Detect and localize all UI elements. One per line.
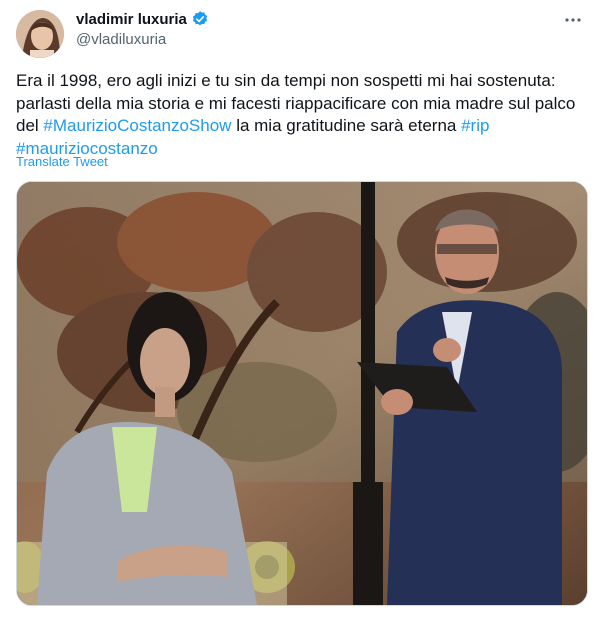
tweet-media[interactable] [16, 181, 588, 606]
tweet-card: vladimir luxuria @vladiluxuria Era il 19… [0, 0, 603, 622]
more-options-icon[interactable] [563, 10, 583, 30]
tweet-text: Era il 1998, ero agli inizi e tu sin da … [16, 70, 586, 160]
hashtag-link[interactable]: #rip [461, 116, 489, 135]
hashtag-link[interactable]: #MaurizioCostanzoShow [43, 116, 231, 135]
video-still-image [17, 182, 587, 605]
translate-tweet-link[interactable]: Translate Tweet [16, 154, 108, 169]
author-display-name[interactable]: vladimir luxuria [76, 11, 187, 28]
author-handle[interactable]: @vladiluxuria [76, 31, 166, 48]
avatar-image [16, 10, 64, 58]
author-avatar[interactable] [16, 10, 64, 58]
tweet-text-segment: la mia gratitudine sarà eterna [231, 116, 462, 135]
author-name-row: vladimir luxuria [76, 10, 209, 28]
verified-badge-icon [192, 11, 207, 26]
